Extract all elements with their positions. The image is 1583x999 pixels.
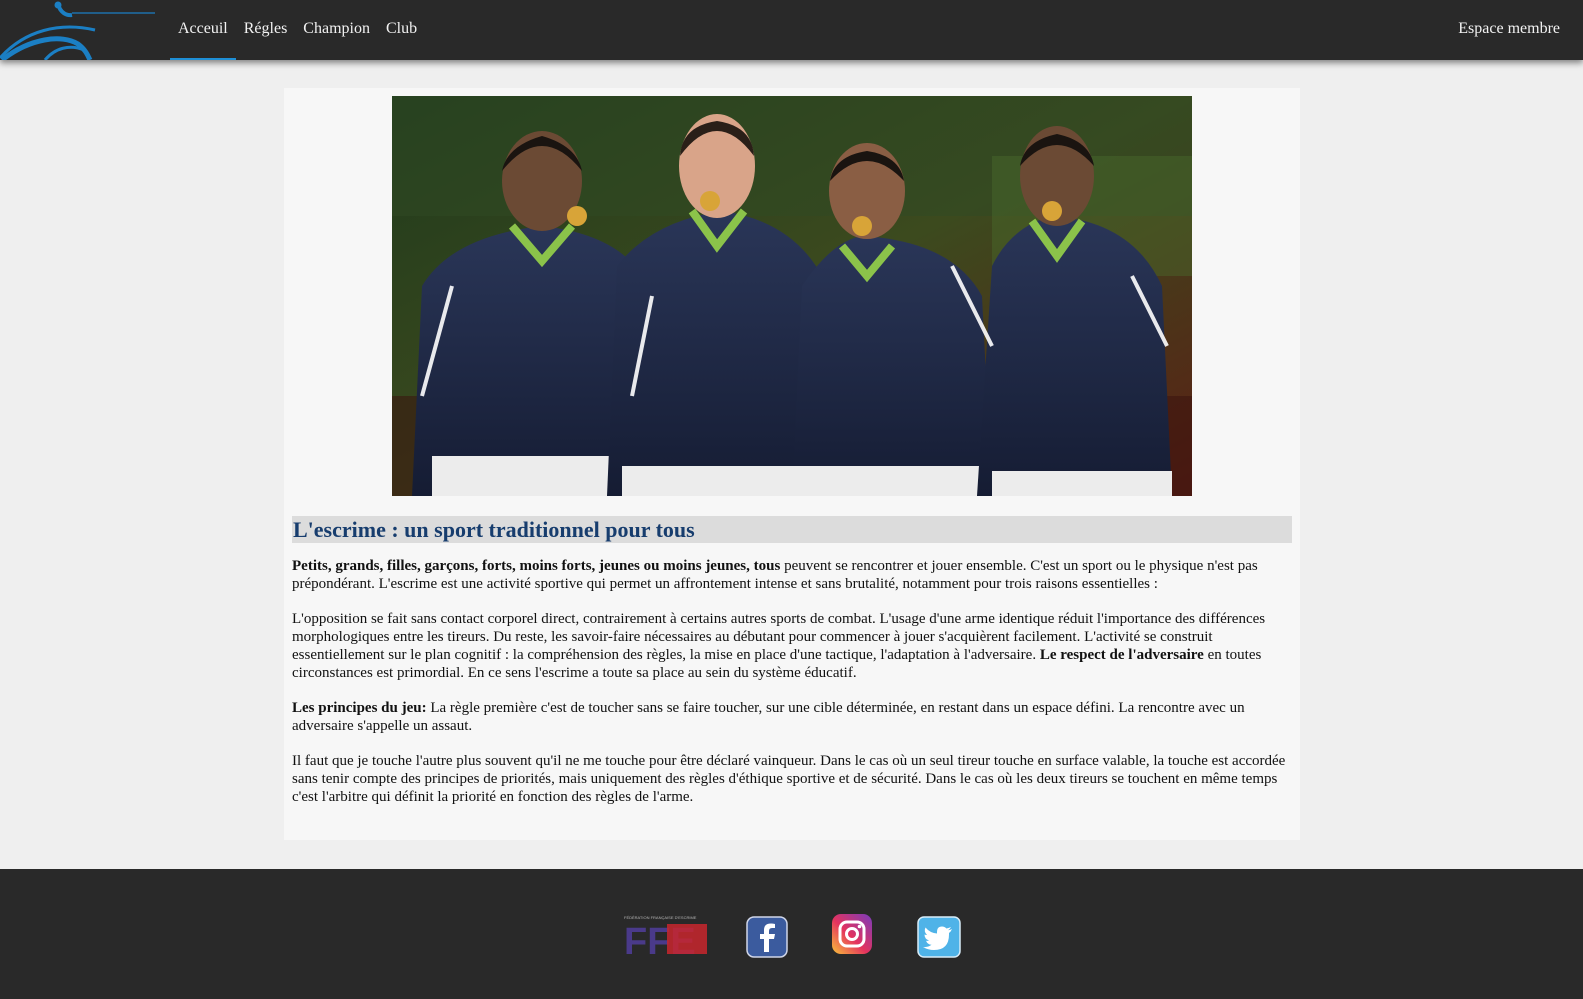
instagram-icon[interactable]: [832, 914, 872, 954]
main-menu: Acceuil Régles Champion Club: [170, 0, 425, 60]
main-content: L'escrime : un sport traditionnel pour t…: [284, 88, 1300, 840]
nav-item-champion[interactable]: Champion: [295, 0, 378, 60]
article-p1-bold: Petits, grands, filles, garçons, forts, …: [292, 558, 781, 574]
article-paragraph-2: L'opposition se fait sans contact corpor…: [292, 610, 1292, 682]
article-paragraph-4: Il faut que je touche l'autre plus souve…: [292, 752, 1292, 806]
article-paragraph-3: Les principes du jeu: La règle première …: [292, 699, 1292, 735]
article-p2-bold: Le respect de l'adversaire: [1039, 647, 1204, 663]
article-p3-text: La règle première c'est de toucher sans …: [292, 700, 1245, 734]
article-p3-bold: Les principes du jeu:: [292, 700, 427, 716]
ffe-small-text: FÉDÉRATION FRANÇAISE D'ESCRIME: [624, 915, 697, 920]
top-navbar: Acceuil Régles Champion Club Espace memb…: [0, 0, 1583, 60]
twitter-icon[interactable]: [917, 916, 961, 958]
facebook-icon[interactable]: [746, 916, 788, 958]
footer: FÉDÉRATION FRANÇAISE D'ESCRIME FFE: [0, 869, 1583, 999]
ffe-logo[interactable]: FÉDÉRATION FRANÇAISE D'ESCRIME FFE: [623, 914, 707, 958]
member-area-link[interactable]: Espace membre: [1458, 0, 1560, 57]
hero-photo-fencers-medals: [392, 96, 1192, 496]
nav-item-regles[interactable]: Régles: [236, 0, 296, 60]
article-p4-text: Il faut que je touche l'autre plus souve…: [292, 753, 1286, 805]
nav-item-accueil[interactable]: Acceuil: [170, 0, 236, 60]
article-title: L'escrime : un sport traditionnel pour t…: [292, 516, 1292, 543]
article-paragraph-1: Petits, grands, filles, garçons, forts, …: [292, 557, 1292, 593]
fencer-logo-icon[interactable]: [0, 0, 158, 60]
nav-item-club[interactable]: Club: [378, 0, 425, 60]
